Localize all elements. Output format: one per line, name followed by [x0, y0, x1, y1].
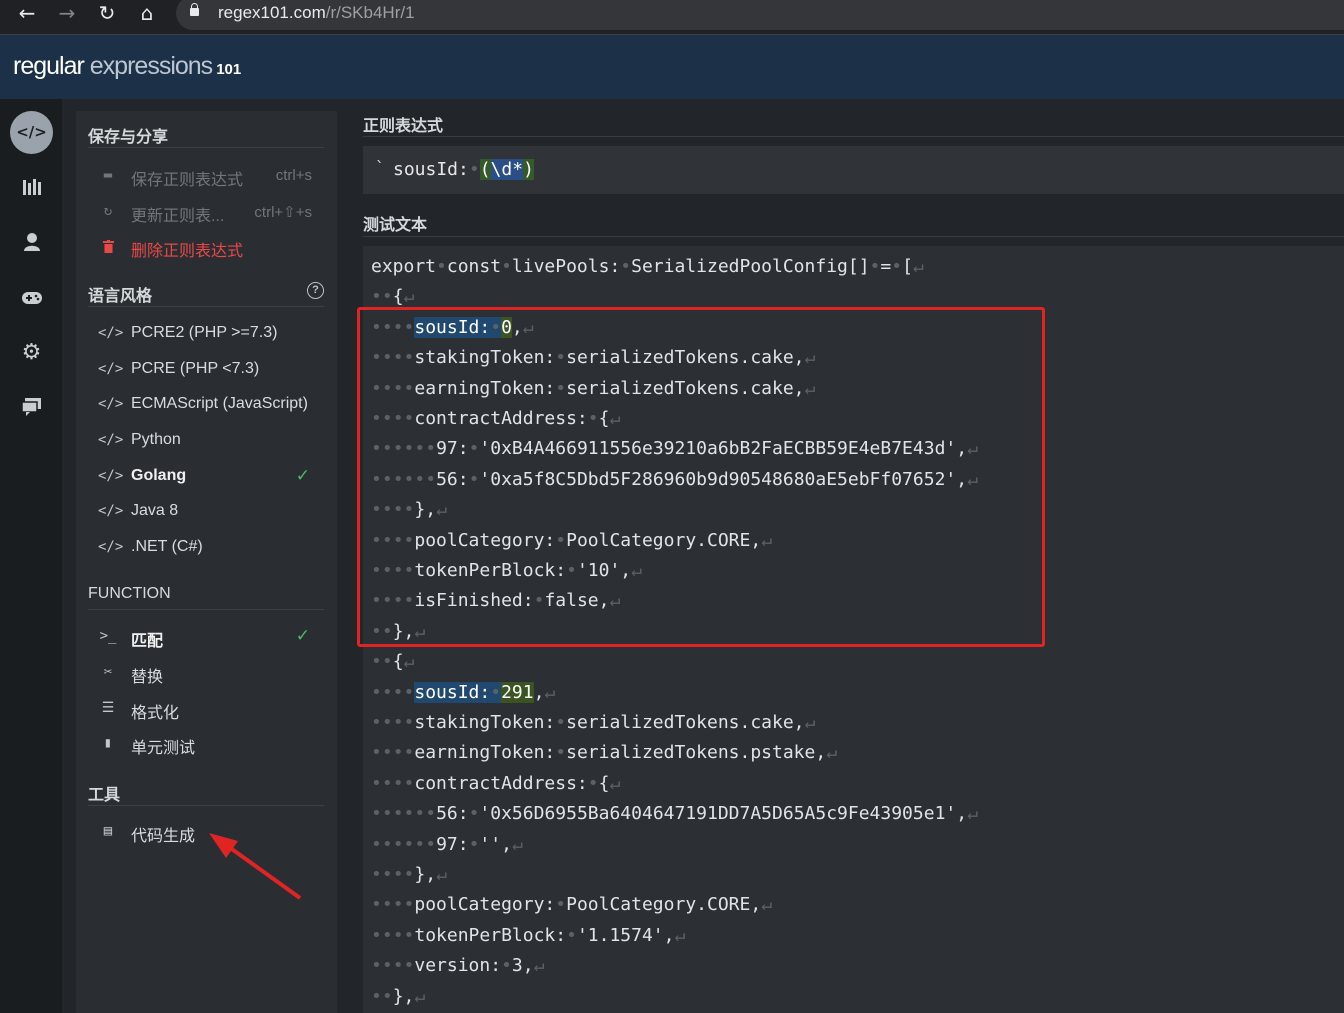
code-line: ••••stakingToken:•serializedTokens.cake,…: [371, 712, 816, 733]
code-line: ••••stakingToken:•serializedTokens.cake,…: [371, 347, 816, 369]
app-logo[interactable]: regular expressions 101: [13, 52, 241, 81]
code-line: ••{↵: [371, 286, 415, 308]
code-icon: </>: [98, 503, 124, 519]
help-icon[interactable]: ?: [307, 282, 324, 299]
save-icon: ▬: [103, 167, 113, 183]
function-substitution[interactable]: ✂ 替换: [88, 658, 324, 688]
icon-sidebar: </> ⚙: [0, 99, 62, 1013]
code-line: ••••tokenPerBlock:•'1.1574',↵: [371, 924, 686, 946]
reload-icon[interactable]: ↻: [94, 0, 120, 26]
code-line: ••},↵: [371, 985, 426, 1007]
delete-regex-item[interactable]: 删除正则表达式: [88, 232, 324, 262]
forward-arrow-icon[interactable]: →: [54, 0, 80, 26]
flavor-dotnet[interactable]: </> .NET (C#): [88, 533, 324, 563]
lock-icon: [190, 3, 199, 16]
terminal-icon: >_: [99, 628, 117, 644]
test-string-editor[interactable]: export•const•livePools:•SerializedPoolCo…: [363, 246, 1344, 1013]
home-icon[interactable]: ⌂: [134, 0, 160, 26]
update-regex-item[interactable]: ↻ 更新正则表... ctrl+⇧+s: [88, 197, 324, 227]
trash-icon: [98, 238, 118, 257]
function-header: FUNCTION: [88, 581, 324, 610]
app-header: regular expressions 101: [0, 35, 1344, 99]
code-file-icon: ▤: [103, 823, 113, 839]
code-line: ••••poolCategory:•PoolCategory.CORE,↵: [371, 529, 773, 551]
code-icon: </>: [98, 325, 124, 341]
save-regex-item[interactable]: ▬ 保存正则表达式 ctrl+s: [88, 161, 324, 191]
settings-icon[interactable]: ⚙: [10, 331, 53, 374]
code-icon: </>: [98, 468, 124, 484]
code-line: ••••sousId:•0,↵: [371, 316, 534, 338]
flavor-pcre[interactable]: </> PCRE (PHP <7.3): [88, 355, 324, 385]
code-icon: </>: [98, 539, 124, 555]
code-line: ••••••97:•'0xB4A466911556e39210a6bB2FaEC…: [371, 438, 978, 460]
regex-input[interactable]: ` sousId:•(\d*): [363, 146, 1344, 194]
chat-icon[interactable]: [10, 386, 53, 429]
scissors-icon: ✂: [103, 664, 113, 680]
check-icon: ✓: [295, 466, 310, 486]
back-arrow-icon[interactable]: ←: [14, 0, 40, 26]
save-share-header: 保存与分享: [88, 119, 324, 148]
flask-icon: ▮: [103, 735, 113, 751]
gamepad-icon[interactable]: [10, 276, 53, 319]
refresh-icon: ↻: [103, 203, 113, 219]
test-string-section-label: 测试文本: [363, 217, 428, 234]
flavor-java8[interactable]: </> Java 8: [88, 497, 324, 527]
code-line: ••••contractAddress:•{↵: [371, 772, 621, 794]
code-generator-item[interactable]: ▤ 代码生成: [88, 817, 324, 847]
code-icon: </>: [98, 432, 124, 448]
regex-expression: sousId:•(\d*): [393, 159, 534, 180]
check-icon: ✓: [295, 626, 310, 646]
function-match[interactable]: >_ 匹配 ✓: [88, 622, 324, 652]
code-line: ••{↵: [371, 651, 415, 673]
code-line: ••••earningToken:•serializedTokens.pstak…: [371, 742, 838, 764]
tools-header: 工具: [88, 777, 324, 806]
format-icon: ☰: [101, 700, 115, 716]
code-line: ••••••56:•'0xa5f8C5Dbd5F286960b9d9054868…: [371, 468, 978, 490]
url-text: regex101.com/r/SKb4Hr/1: [218, 3, 415, 22]
regex-section-label: 正则表达式: [363, 118, 444, 135]
code-icon: </>: [98, 396, 124, 412]
flavor-golang[interactable]: </> Golang ✓: [88, 462, 324, 492]
code-icon[interactable]: </>: [10, 111, 53, 154]
code-line: ••••contractAddress:•{↵: [371, 408, 621, 429]
code-line: ••••},↵: [371, 864, 447, 885]
code-line: ••},↵: [371, 620, 426, 642]
code-line: ••••tokenPerBlock:•'10',↵: [371, 560, 642, 581]
user-icon[interactable]: [10, 221, 53, 264]
code-line: ••••version:•3,↵: [371, 955, 545, 977]
flavor-header: 语言风格 ?: [88, 278, 324, 307]
code-line: ••••sousId:•291,↵: [371, 681, 556, 703]
code-line: export•const•livePools:•SerializedPoolCo…: [371, 256, 924, 277]
code-line: ••••poolCategory:•PoolCategory.CORE,↵: [371, 894, 773, 916]
regex-delimiter: `: [375, 158, 385, 177]
address-bar[interactable]: regex101.com/r/SKb4Hr/1: [176, 0, 1344, 30]
code-line: ••••••97:•'',↵: [371, 833, 523, 855]
code-line: ••••},↵: [371, 499, 447, 521]
test-string-divider: [363, 236, 1344, 237]
code-line: ••••earningToken:•serializedTokens.cake,…: [371, 377, 816, 399]
code-line: ••••••56:•'0x56D6955Ba6404647191DD7A5D65…: [371, 803, 978, 825]
regex-divider: [363, 136, 1344, 137]
library-icon[interactable]: [10, 166, 53, 209]
function-unit-tests[interactable]: ▮ 单元测试: [88, 729, 324, 759]
code-line: ••••isFinished:•false,↵: [371, 590, 621, 612]
flavor-pcre2[interactable]: </> PCRE2 (PHP >=7.3): [88, 319, 324, 349]
left-panel: 保存与分享 ▬ 保存正则表达式 ctrl+s ↻ 更新正则表... ctrl+⇧…: [76, 111, 337, 1013]
browser-toolbar: ← → ↻ ⌂ regex101.com/r/SKb4Hr/1: [0, 0, 1344, 35]
flavor-python[interactable]: </> Python: [88, 426, 324, 456]
code-icon: </>: [98, 361, 124, 377]
function-format[interactable]: ☰ 格式化: [88, 694, 324, 724]
flavor-ecmascript[interactable]: </> ECMAScript (JavaScript): [88, 390, 324, 420]
